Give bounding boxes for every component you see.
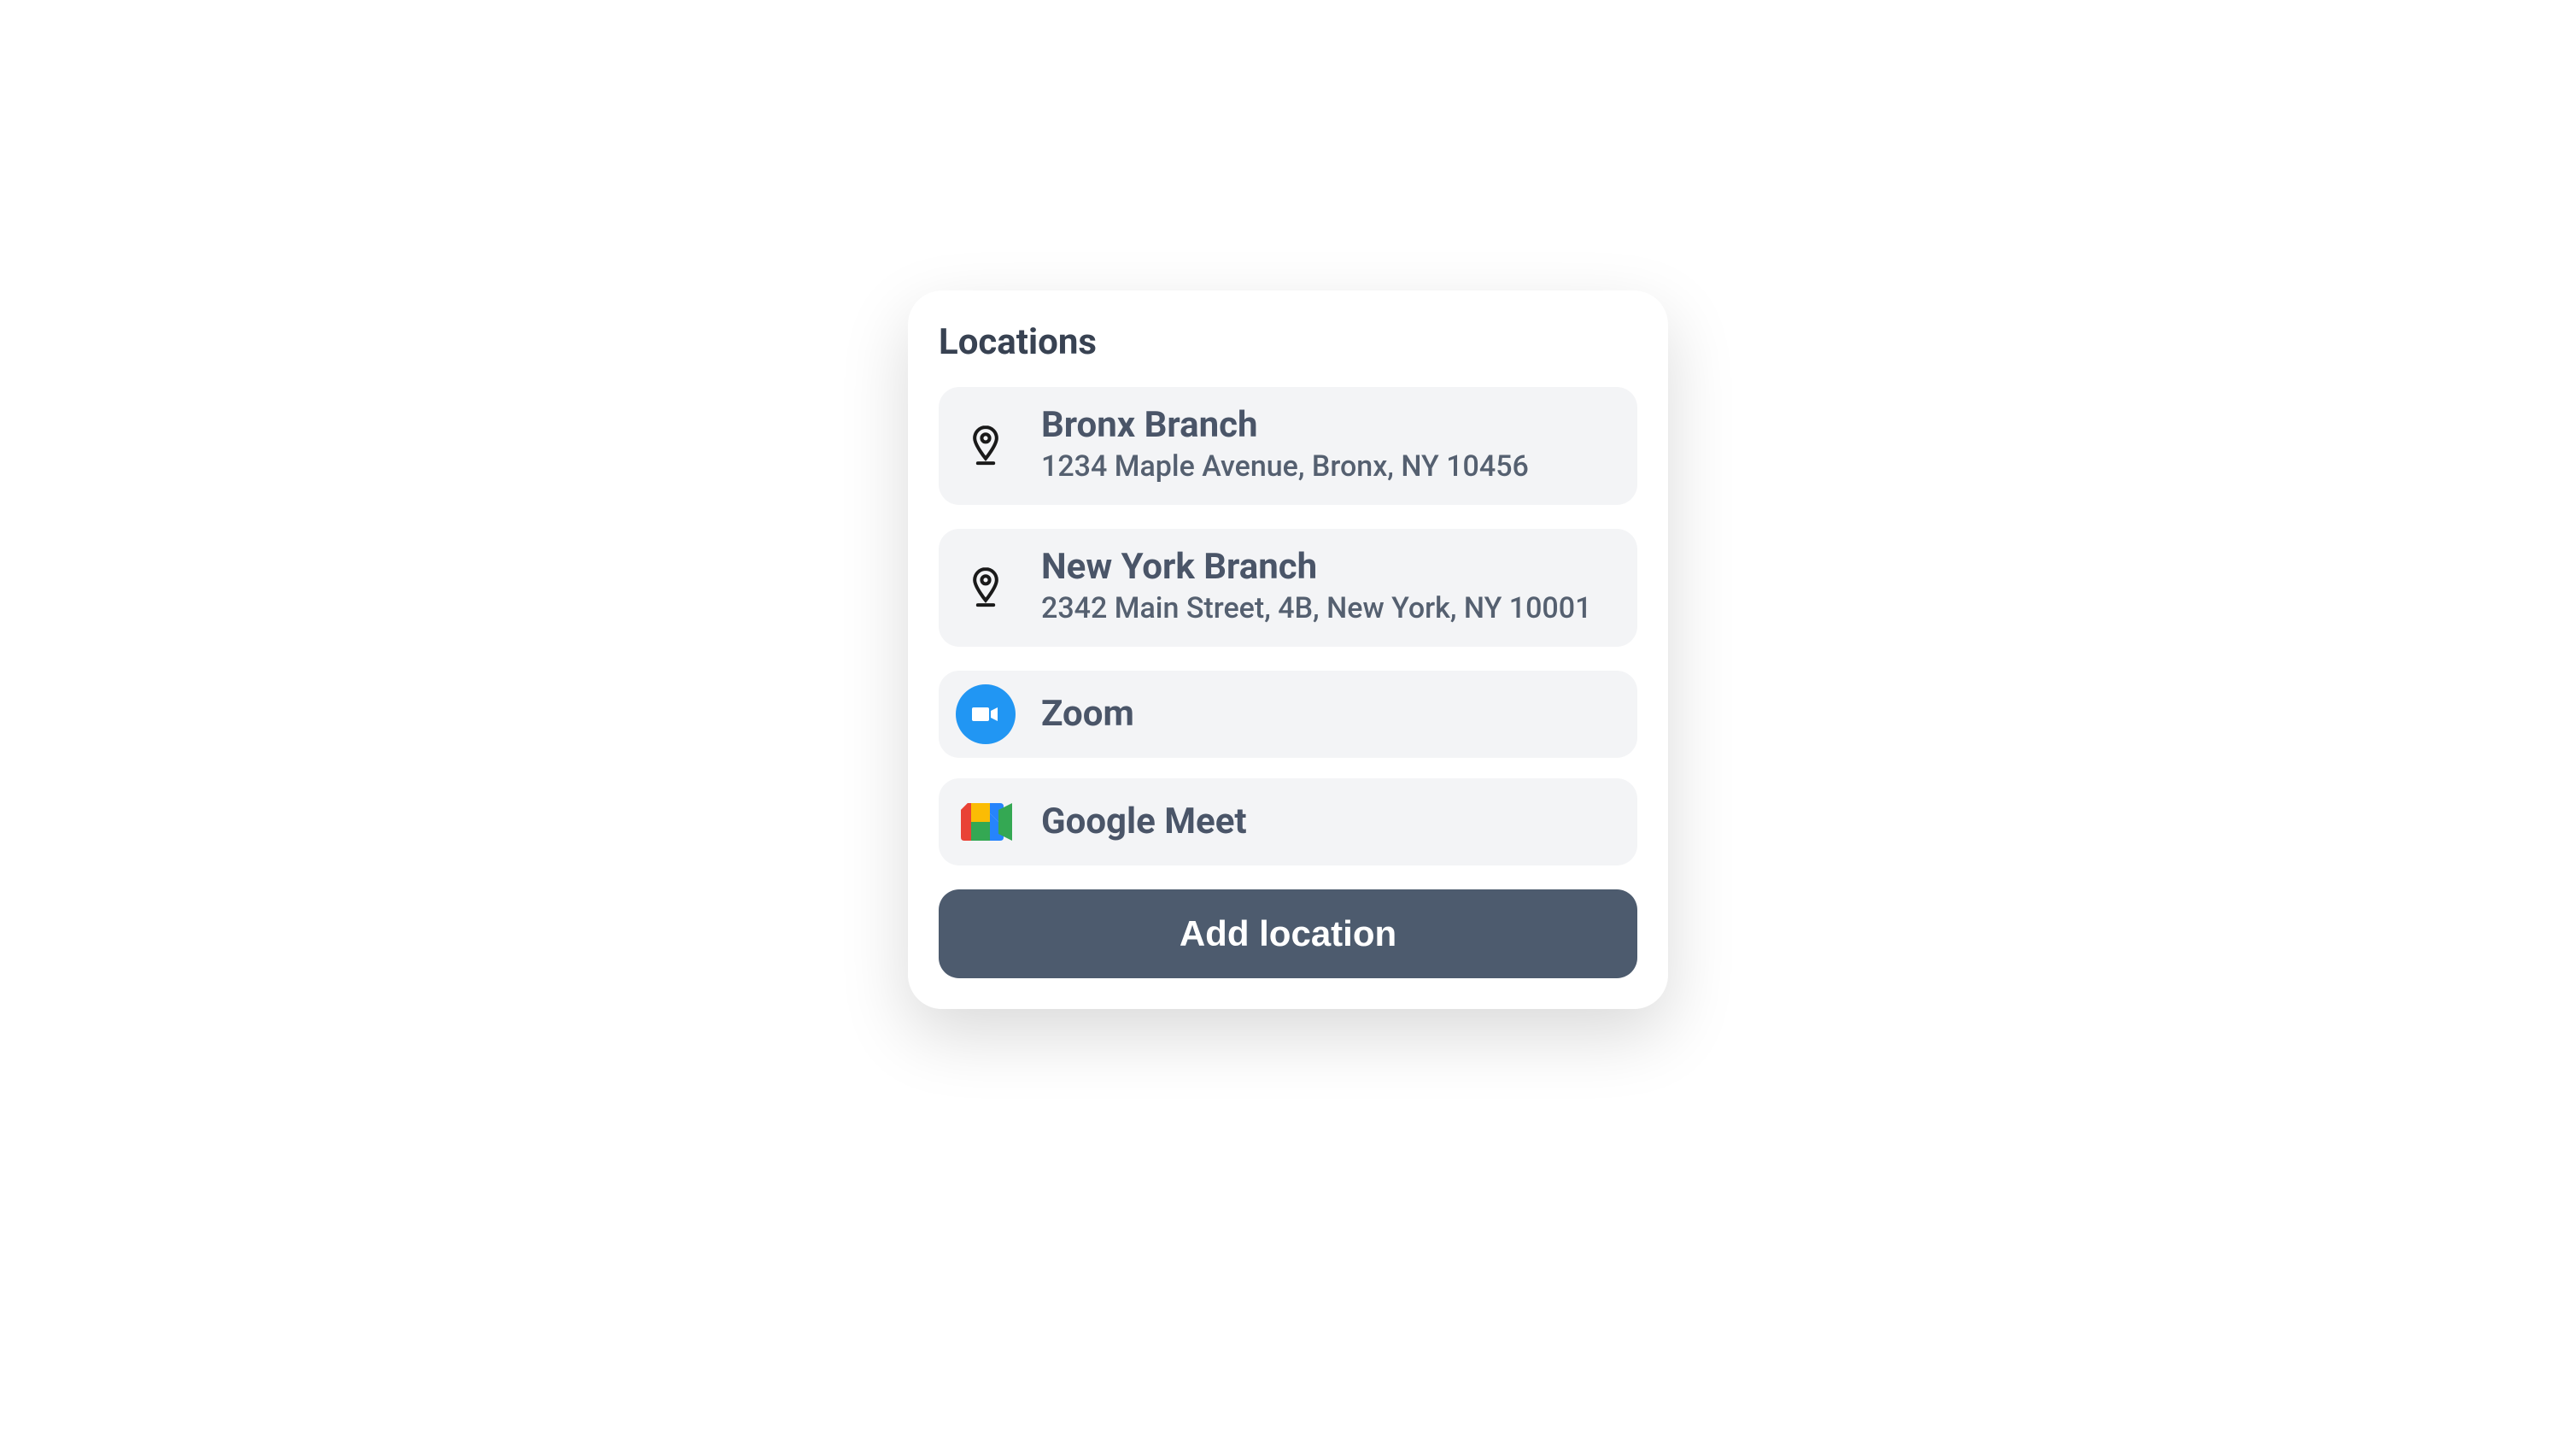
location-text: Bronx Branch 1234 Maple Avenue, Bronx, N… [1041,404,1529,488]
add-location-button[interactable]: Add location [939,889,1637,978]
map-pin-icon [964,566,1007,609]
location-label: Zoom [1041,693,1134,735]
location-item-googlemeet[interactable]: Google Meet [939,778,1637,865]
locations-card: Locations Bronx Branch 1234 Maple Avenue… [908,290,1668,1009]
location-label: Google Meet [1041,801,1247,842]
location-item-zoom[interactable]: Zoom [939,671,1637,758]
map-pin-icon [964,425,1007,467]
card-title: Locations [939,321,1637,363]
location-address: 1234 Maple Avenue, Bronx, NY 10456 [1041,447,1529,488]
location-name: Bronx Branch [1041,404,1529,447]
location-item-newyork[interactable]: New York Branch 2342 Main Street, 4B, Ne… [939,529,1637,647]
location-name: New York Branch [1041,546,1591,589]
google-meet-icon [956,792,1016,852]
location-item-bronx[interactable]: Bronx Branch 1234 Maple Avenue, Bronx, N… [939,387,1637,505]
location-address: 2342 Main Street, 4B, New York, NY 10001 [1041,589,1591,630]
location-text: New York Branch 2342 Main Street, 4B, Ne… [1041,546,1591,630]
zoom-icon [956,684,1016,744]
